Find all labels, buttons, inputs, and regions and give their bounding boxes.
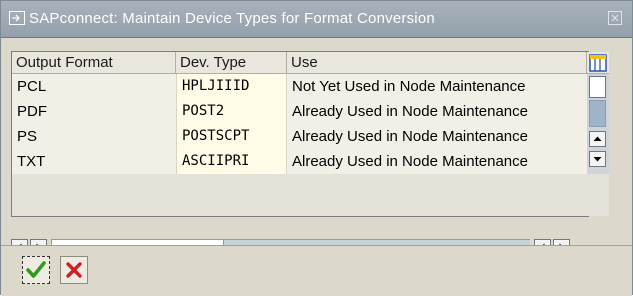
- title-bar[interactable]: SAPconnect: Maintain Device Types for Fo…: [1, 1, 632, 38]
- dev-type-cell[interactable]: ASCIIPRI: [176, 149, 287, 174]
- dialog-footer: [1, 245, 632, 296]
- arrow-down-icon: [593, 157, 602, 162]
- table-row[interactable]: PCL HPLJIIID Not Yet Used in Node Mainte…: [12, 74, 588, 99]
- table-bottom-area: [12, 174, 609, 216]
- dialog-window: SAPconnect: Maintain Device Types for Fo…: [0, 0, 633, 296]
- close-icon[interactable]: [608, 11, 622, 25]
- scroll-up-button[interactable]: [589, 131, 606, 147]
- device-type-table: Output Format Dev. Type Use PCL HPLJIIID…: [11, 51, 609, 217]
- arrow-up-icon: [593, 136, 602, 141]
- green-check-icon: [26, 261, 46, 278]
- dev-type-cell[interactable]: POSTSCPT: [176, 124, 287, 149]
- output-format-cell[interactable]: PDF: [12, 99, 176, 124]
- scroll-top-blank[interactable]: [589, 76, 606, 98]
- use-cell[interactable]: Not Yet Used in Node Maintenance: [287, 74, 587, 99]
- output-format-cell[interactable]: PS: [12, 124, 176, 149]
- use-cell[interactable]: Already Used in Node Maintenance: [287, 99, 587, 124]
- scroll-down-button[interactable]: [589, 151, 606, 167]
- use-cell[interactable]: Already Used in Node Maintenance: [287, 124, 587, 149]
- dialog-window-icon: [9, 11, 25, 25]
- dialog-title: SAPconnect: Maintain Device Types for Fo…: [29, 10, 435, 27]
- table-row[interactable]: TXT ASCIIPRI Already Used in Node Mainte…: [12, 149, 588, 174]
- red-x-icon: [66, 262, 82, 278]
- output-format-cell[interactable]: PCL: [12, 74, 176, 99]
- cancel-button[interactable]: [60, 256, 88, 284]
- dev-type-cell[interactable]: POST2: [176, 99, 287, 124]
- column-header-output-format[interactable]: Output Format: [12, 52, 176, 74]
- table-row[interactable]: PDF POST2 Already Used in Node Maintenan…: [12, 99, 588, 124]
- dev-type-cell[interactable]: HPLJIIID: [176, 74, 287, 99]
- table-row[interactable]: PS POSTSCPT Already Used in Node Mainten…: [12, 124, 588, 149]
- vertical-scroll-thumb[interactable]: [589, 100, 606, 127]
- column-settings-icon[interactable]: [587, 52, 609, 74]
- column-header-dev-type[interactable]: Dev. Type: [176, 52, 287, 74]
- confirm-button[interactable]: [22, 256, 50, 284]
- vertical-scrollbar[interactable]: [587, 74, 609, 176]
- column-header-use[interactable]: Use: [287, 52, 587, 74]
- dialog-content: Output Format Dev. Type Use PCL HPLJIIID…: [1, 38, 632, 256]
- use-cell[interactable]: Already Used in Node Maintenance: [287, 149, 587, 174]
- output-format-cell[interactable]: TXT: [12, 149, 176, 174]
